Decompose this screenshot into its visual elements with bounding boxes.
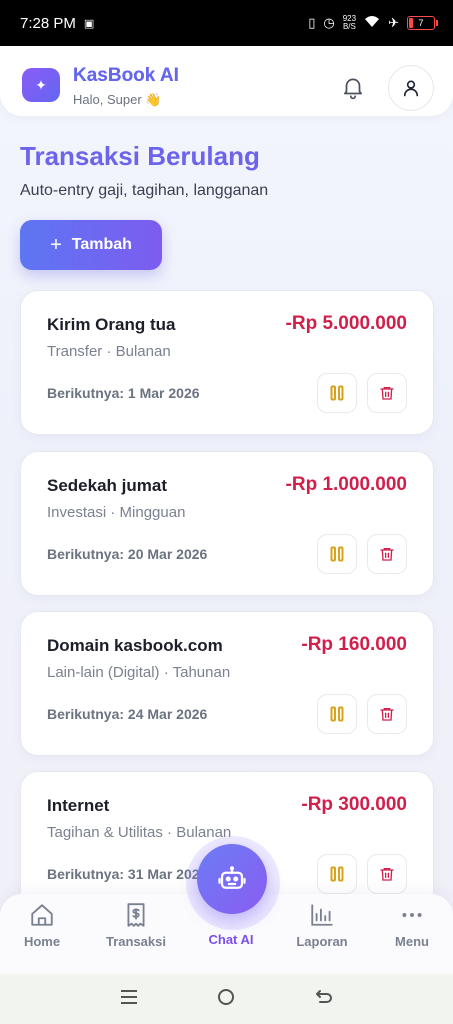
nav-home-label: Home xyxy=(23,934,61,949)
add-recurring-button[interactable]: + Tambah xyxy=(20,220,162,270)
battery-level: 7 xyxy=(418,18,424,28)
nav-home[interactable]: Home xyxy=(2,902,82,962)
nav-laporan-label: Laporan xyxy=(296,934,348,949)
bell-icon[interactable] xyxy=(340,74,366,100)
pause-icon xyxy=(330,866,344,882)
next-date: Berikutnya: 31 Mar 2026 xyxy=(47,866,208,882)
home-circle-icon[interactable] xyxy=(216,987,236,1012)
page-title: Transaksi Berulang xyxy=(20,141,260,171)
pause-icon xyxy=(330,706,344,722)
add-button-label: Tambah xyxy=(71,236,132,253)
battery-icon: 7 xyxy=(407,16,438,30)
nav-chat-ai[interactable]: Chat AI xyxy=(191,932,271,966)
home-icon xyxy=(31,904,53,926)
wallet-sparkle-icon: ✦ xyxy=(22,63,60,102)
nav-menu-label: Menu xyxy=(395,934,429,949)
pause-icon xyxy=(330,546,344,562)
pause-button[interactable] xyxy=(317,373,357,413)
trash-icon xyxy=(380,868,394,881)
vibrate-icon: ▯ xyxy=(308,15,316,30)
back-icon[interactable] xyxy=(314,988,334,1011)
nav-transaksi-label: Transaksi xyxy=(106,934,166,949)
transaction-meta: Lain-lain (Digital) · Tahunan xyxy=(47,664,231,681)
recurring-card[interactable]: Domain kasbook.com -Rp 160.000 Lain-lain… xyxy=(20,611,434,756)
pause-icon xyxy=(330,385,344,401)
transaction-name: Sedekah jumat xyxy=(47,476,167,495)
app-screen: ✦ KasBook AI Halo, Super 👋 Transaksi Ber… xyxy=(0,46,453,974)
bar-chart-icon xyxy=(311,904,333,926)
nav-transaksi[interactable]: Transaksi xyxy=(96,902,176,962)
transaction-amount: -Rp 5.000.000 xyxy=(285,313,407,334)
trash-icon xyxy=(380,387,394,400)
alarm-icon: ◷ xyxy=(323,15,335,30)
pause-button[interactable] xyxy=(317,854,357,894)
delete-button[interactable] xyxy=(367,373,407,413)
greeting-text: Halo, Super 👋 xyxy=(73,92,162,107)
profile-button[interactable] xyxy=(388,65,434,111)
app-name: KasBook AI xyxy=(73,65,179,86)
more-dots-icon xyxy=(402,913,422,917)
trash-icon xyxy=(380,708,394,721)
net-speed-unit: B/S xyxy=(342,22,356,31)
nav-laporan[interactable]: Laporan xyxy=(282,902,362,962)
transaction-name: Domain kasbook.com xyxy=(47,636,223,655)
transaction-meta: Transfer · Bulanan xyxy=(47,343,171,360)
transaction-meta: Tagihan & Utilitas · Bulanan xyxy=(47,824,232,841)
user-icon xyxy=(403,80,419,97)
transaction-amount: -Rp 160.000 xyxy=(301,634,407,655)
delete-button[interactable] xyxy=(367,694,407,734)
chat-ai-fab[interactable] xyxy=(197,844,267,914)
trash-icon xyxy=(380,548,394,561)
page-subtitle: Auto-entry gaji, tagihan, langganan xyxy=(20,182,269,199)
robot-icon xyxy=(218,866,246,889)
status-bar: 7:28 PM ▣ ▯ ◷ 923 B/S ✈ 7 xyxy=(0,0,453,46)
status-time: 7:28 PM xyxy=(20,14,76,32)
receipt-icon xyxy=(127,903,145,927)
recents-icon[interactable] xyxy=(119,988,139,1011)
network-speed: 923 B/S xyxy=(343,15,356,31)
next-date: Berikutnya: 24 Mar 2026 xyxy=(47,706,208,722)
transaction-name: Kirim Orang tua xyxy=(47,315,176,334)
wifi-icon xyxy=(364,15,380,31)
airplane-icon: ✈ xyxy=(388,15,399,30)
app-header: ✦ KasBook AI Halo, Super 👋 xyxy=(0,46,453,116)
plus-icon: + xyxy=(50,233,62,256)
next-date: Berikutnya: 1 Mar 2026 xyxy=(47,385,200,401)
next-date: Berikutnya: 20 Mar 2026 xyxy=(47,546,208,562)
pause-button[interactable] xyxy=(317,694,357,734)
transaction-meta: Investasi · Mingguan xyxy=(47,504,186,521)
nav-menu[interactable]: Menu xyxy=(372,902,452,962)
recurring-card[interactable]: Sedekah jumat -Rp 1.000.000 Investasi · … xyxy=(20,451,434,596)
recurring-card[interactable]: Kirim Orang tua -Rp 5.000.000 Transfer ·… xyxy=(20,290,434,435)
delete-button[interactable] xyxy=(367,854,407,894)
delete-button[interactable] xyxy=(367,534,407,574)
transaction-amount: -Rp 1.000.000 xyxy=(285,474,407,495)
transaction-name: Internet xyxy=(47,796,110,815)
nav-chat-label: Chat AI xyxy=(208,932,254,947)
transaction-amount: -Rp 300.000 xyxy=(301,794,407,815)
pause-button[interactable] xyxy=(317,534,357,574)
sim-icon: ▣ xyxy=(83,17,95,30)
system-nav-bar xyxy=(0,974,453,1024)
